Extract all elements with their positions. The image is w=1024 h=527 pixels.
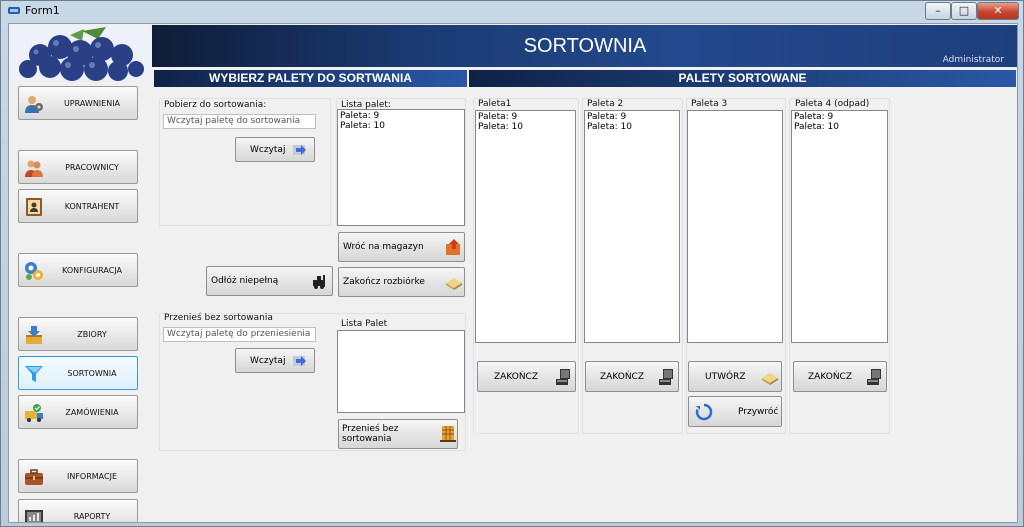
contact-book-icon bbox=[26, 198, 42, 216]
wczytaj-przenies-label: Wczytaj bbox=[250, 355, 286, 366]
zakoncz-rozbiorke-button[interactable]: Zakończ rozbiórke bbox=[338, 267, 465, 297]
utworz-label: UTWÓRZ bbox=[705, 371, 746, 382]
zakoncz-2-button[interactable]: ZAKOŃCZ bbox=[585, 361, 679, 392]
list-item[interactable]: Paleta: 9 bbox=[478, 112, 573, 122]
computer-icon bbox=[659, 368, 673, 385]
pallet-icon bbox=[446, 278, 462, 290]
pallet-stack-icon bbox=[440, 426, 456, 442]
arrow-right-icon bbox=[293, 144, 306, 155]
window-title: Form1 bbox=[25, 4, 60, 17]
pallet-icon bbox=[762, 372, 778, 385]
sidebar-item-sortownia[interactable]: SORTOWNIA bbox=[18, 356, 138, 390]
funnel-icon bbox=[25, 366, 43, 382]
sidebar-item-zamowienia[interactable]: ZAMÓWIENIA bbox=[18, 395, 138, 429]
sidebar-item-konfiguracja[interactable]: KONFIGURACJA bbox=[18, 253, 138, 287]
report-icon bbox=[25, 510, 43, 522]
pobierz-input[interactable]: Wczytaj paletę do sortowania bbox=[163, 114, 316, 129]
zakoncz-rozbiorke-label: Zakończ rozbiórke bbox=[343, 277, 425, 287]
title-bar: Form1 – □ ✕ bbox=[1, 1, 1023, 21]
list-item[interactable]: Paleta: 9 bbox=[340, 111, 462, 121]
sidebar-item-label: ZAMÓWIENIA bbox=[65, 408, 119, 417]
zakoncz-1-button[interactable]: ZAKOŃCZ bbox=[477, 361, 576, 392]
wczytaj-button[interactable]: Wczytaj bbox=[235, 137, 315, 162]
wroc-na-magazyn-button[interactable]: Wróć na magazyn bbox=[338, 232, 465, 262]
list-item[interactable]: Paleta: 9 bbox=[587, 112, 677, 122]
maximize-button[interactable]: □ bbox=[951, 2, 977, 20]
arrow-right-icon bbox=[293, 355, 306, 366]
computer-icon bbox=[867, 368, 881, 385]
sidebar-item-raporty[interactable]: RAPORTY bbox=[18, 499, 138, 522]
truck-icon bbox=[25, 404, 43, 422]
app-icon bbox=[8, 7, 20, 14]
odloz-niepelna-button[interactable]: Odłóż niepełną bbox=[206, 266, 333, 296]
zakoncz-4-label: ZAKOŃCZ bbox=[808, 371, 852, 382]
workers-icon bbox=[25, 160, 43, 177]
zakoncz-4-button[interactable]: ZAKOŃCZ bbox=[793, 361, 887, 392]
odloz-button-label: Odłóż niepełną bbox=[211, 276, 279, 286]
list-item[interactable]: Paleta: 9 bbox=[794, 112, 885, 122]
return-box-icon bbox=[446, 239, 460, 255]
briefcase-icon bbox=[25, 469, 43, 485]
przywroc-label: Przywróć bbox=[738, 406, 779, 417]
przenies-label: Przenieś bez sortowania bbox=[164, 313, 273, 323]
paleta-1-label: Paleta1 bbox=[478, 99, 512, 109]
minimize-button[interactable]: – bbox=[925, 2, 951, 20]
zakoncz-1-label: ZAKOŃCZ bbox=[494, 371, 538, 382]
paleta-4-listbox[interactable]: Paleta: 9 Paleta: 10 bbox=[791, 110, 888, 343]
list-item[interactable]: Paleta: 10 bbox=[478, 122, 573, 132]
przenies-input[interactable]: Wczytaj paletę do przeniesienia bbox=[163, 327, 316, 342]
przenies-bez-sortowania-button[interactable]: Przenieś bez sortowania bbox=[338, 419, 458, 449]
paleta-2-listbox[interactable]: Paleta: 9 Paleta: 10 bbox=[584, 110, 680, 343]
paleta-4-label: Paleta 4 (odpad) bbox=[795, 99, 870, 109]
user-label: Administrator bbox=[942, 55, 1004, 65]
list-item[interactable]: Paleta: 10 bbox=[340, 121, 462, 131]
pobierz-label: Pobierz do sortowania: bbox=[164, 100, 267, 110]
lista-palet-2-label: Lista Palet bbox=[341, 319, 388, 329]
list-item[interactable]: Paleta: 10 bbox=[587, 122, 677, 132]
close-button[interactable]: ✕ bbox=[977, 2, 1019, 20]
section-header-right: PALETY SORTOWANE bbox=[469, 70, 1016, 87]
lista-palet-listbox[interactable]: Paleta: 9 Paleta: 10 bbox=[337, 109, 465, 226]
paleta-1-listbox[interactable]: Paleta: 9 Paleta: 10 bbox=[475, 110, 576, 343]
paleta-3-listbox[interactable] bbox=[687, 110, 783, 343]
sidebar-item-label: SORTOWNIA bbox=[67, 369, 117, 378]
form-client-area: SORTOWNIA Administrator UPRAWNIENIA PRAC… bbox=[8, 23, 1018, 523]
sidebar-item-uprawnienia[interactable]: UPRAWNIENIA bbox=[18, 86, 138, 120]
list-item[interactable]: Paleta: 10 bbox=[794, 122, 885, 132]
sidebar-item-pracownicy[interactable]: PRACOWNICY bbox=[18, 150, 138, 184]
application-window: Form1 – □ ✕ SORTOWNIA Administrator UPRA… bbox=[0, 0, 1024, 527]
forklift-icon bbox=[313, 275, 325, 289]
section-header-left: WYBIERZ PALETY DO SORTWANIA bbox=[154, 70, 467, 87]
computer-icon bbox=[556, 368, 570, 385]
zakoncz-2-label: ZAKOŃCZ bbox=[600, 371, 644, 382]
lista-palet-2-listbox[interactable] bbox=[337, 330, 465, 413]
przywroc-button[interactable]: Przywróć bbox=[688, 396, 782, 427]
sidebar-item-label: PRACOWNICY bbox=[65, 163, 119, 172]
przenies-bez-label: Przenieś bez sortowania bbox=[342, 424, 399, 444]
paleta-3-label: Paleta 3 bbox=[691, 99, 728, 109]
sidebar-item-label: ZBIORY bbox=[77, 330, 107, 339]
wczytaj-przenies-button[interactable]: Wczytaj bbox=[235, 348, 315, 373]
paleta-2-label: Paleta 2 bbox=[587, 99, 624, 109]
undo-icon bbox=[695, 403, 713, 420]
wczytaj-button-label: Wczytaj bbox=[250, 144, 286, 155]
sidebar-item-label: UPRAWNIENIA bbox=[63, 99, 121, 108]
page-title: SORTOWNIA bbox=[523, 35, 647, 57]
blueberries-logo bbox=[10, 25, 150, 81]
page-header: SORTOWNIA Administrator bbox=[152, 25, 1017, 67]
sidebar-item-label: RAPORTY bbox=[73, 512, 111, 521]
sidebar-item-informacje[interactable]: INFORMACJE bbox=[18, 459, 138, 493]
sidebar-item-label: KONFIGURACJA bbox=[62, 266, 122, 275]
users-admin-icon bbox=[25, 96, 43, 113]
sidebar-item-label: KONTRAHENT bbox=[64, 202, 120, 211]
wroc-button-label: Wróć na magazyn bbox=[343, 242, 424, 252]
harvest-box-icon bbox=[26, 326, 42, 344]
sidebar-item-label: INFORMACJE bbox=[66, 472, 118, 481]
utworz-button[interactable]: UTWÓRZ bbox=[688, 361, 782, 392]
sidebar-item-zbiory[interactable]: ZBIORY bbox=[18, 317, 138, 351]
sidebar-item-kontrahent[interactable]: KONTRAHENT bbox=[18, 189, 138, 223]
gears-icon bbox=[25, 262, 43, 280]
